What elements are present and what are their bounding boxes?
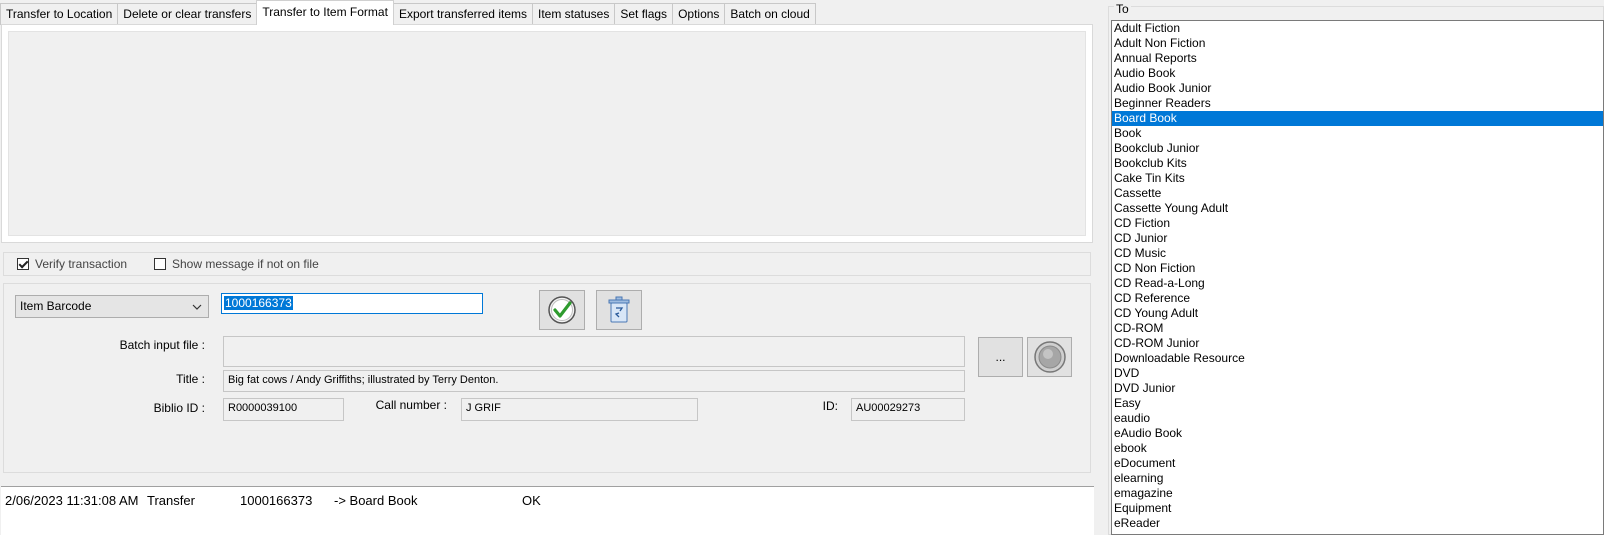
biblio-id-value: R0000039100: [228, 402, 298, 414]
batch-input-field[interactable]: [223, 336, 965, 367]
clear-button[interactable]: [596, 290, 642, 330]
list-item[interactable]: CD Junior: [1112, 231, 1603, 246]
list-item[interactable]: Equipment: [1112, 501, 1603, 516]
list-item[interactable]: Cassette: [1112, 186, 1603, 201]
list-item[interactable]: Bookclub Kits: [1112, 156, 1603, 171]
list-item[interactable]: eReader: [1112, 516, 1603, 531]
id-value: AU00029273: [856, 402, 921, 414]
list-item[interactable]: ebook: [1112, 441, 1603, 456]
biblio-id-label: Biblio ID :: [153, 401, 205, 415]
log-barcode: 1000166373: [240, 493, 313, 508]
show-message-checkbox-row[interactable]: Show message if not on file: [154, 257, 319, 271]
tab-batch-on-cloud[interactable]: Batch on cloud: [724, 3, 816, 25]
show-message-checkbox[interactable]: [154, 258, 166, 270]
chevron-down-icon: [192, 297, 202, 325]
tab-item-statuses[interactable]: Item statuses: [531, 3, 616, 25]
barcode-input[interactable]: 1000166373: [221, 293, 483, 314]
transaction-log: 2/06/2023 11:31:08 AM Transfer 1000166373 -…: [1, 486, 1094, 535]
round-go-icon: [1033, 341, 1066, 373]
tab-panel-content: [8, 31, 1086, 236]
barcode-value: 1000166373: [224, 296, 293, 310]
list-item[interactable]: DVD: [1112, 366, 1603, 381]
list-item[interactable]: Beginner Readers: [1112, 96, 1603, 111]
list-item[interactable]: Bookclub Junior: [1112, 141, 1603, 156]
list-item[interactable]: Cake Tin Kits: [1112, 171, 1603, 186]
biblio-id-field: R0000039100: [223, 398, 344, 421]
title-field: Big fat cows / Andy Griffiths; illustrat…: [223, 370, 965, 392]
list-item[interactable]: Board Book: [1112, 111, 1603, 126]
list-item[interactable]: Easy: [1112, 396, 1603, 411]
title-label: Title :: [176, 372, 205, 386]
verify-transaction-checkbox[interactable]: [17, 258, 29, 270]
list-item[interactable]: eaudio: [1112, 411, 1603, 426]
call-number-label: Call number :: [375, 398, 447, 412]
list-item[interactable]: eAudio Book: [1112, 426, 1603, 441]
recycle-bin-icon: [608, 296, 630, 323]
id-label: ID:: [822, 399, 838, 413]
tab-options[interactable]: Options: [672, 3, 726, 25]
confirm-button[interactable]: [539, 290, 585, 330]
log-time: 2/06/2023 11:31:08 AM: [5, 493, 139, 508]
verify-transaction-label: Verify transaction: [35, 257, 128, 271]
list-item[interactable]: Book: [1112, 126, 1603, 141]
tab-transfer-to-location[interactable]: Transfer to Location: [0, 3, 119, 25]
log-action: Transfer: [147, 493, 195, 508]
browse-button[interactable]: ...: [978, 337, 1023, 377]
lookup-type-value: Item Barcode: [20, 299, 92, 313]
list-item[interactable]: Cassette Young Adult: [1112, 201, 1603, 216]
list-item[interactable]: CD Fiction: [1112, 216, 1603, 231]
list-item[interactable]: CD Non Fiction: [1112, 261, 1603, 276]
log-status: OK: [522, 493, 541, 508]
title-value: Big fat cows / Andy Griffiths; illustrat…: [228, 374, 499, 386]
tab-transfer-to-item-format[interactable]: Transfer to Item Format: [256, 0, 394, 25]
id-field: AU00029273: [851, 398, 965, 421]
tab-delete-or-clear-transfers[interactable]: Delete or clear transfers: [117, 3, 258, 25]
check-circle-icon: [548, 296, 576, 324]
tab-export-transferred-items[interactable]: Export transferred items: [392, 3, 533, 25]
to-label: To: [1114, 2, 1131, 16]
list-item[interactable]: Downloadable Resource: [1112, 351, 1603, 366]
list-item[interactable]: emagazine: [1112, 486, 1603, 501]
list-item[interactable]: Adult Fiction: [1112, 21, 1603, 36]
call-number-value: J GRIF: [466, 402, 501, 414]
log-target: -> Board Book: [334, 493, 418, 508]
list-item[interactable]: DVD Junior: [1112, 381, 1603, 396]
list-item[interactable]: Audio Book: [1112, 66, 1603, 81]
browse-label: ...: [995, 350, 1006, 364]
list-item[interactable]: CD Reference: [1112, 291, 1603, 306]
list-item[interactable]: CD Music: [1112, 246, 1603, 261]
list-item[interactable]: Adult Non Fiction: [1112, 36, 1603, 51]
verify-transaction-checkbox-row[interactable]: Verify transaction: [17, 257, 127, 271]
list-item[interactable]: CD-ROM Junior: [1112, 336, 1603, 351]
list-item[interactable]: CD Read-a-Long: [1112, 276, 1603, 291]
item-format-list[interactable]: Adult Fiction Adult Non Fiction Annual Rep…: [1111, 20, 1604, 535]
list-item[interactable]: Annual Reports: [1112, 51, 1603, 66]
list-item[interactable]: CD Young Adult: [1112, 306, 1603, 321]
tab-set-flags[interactable]: Set flags: [614, 3, 674, 25]
list-item[interactable]: Audio Book Junior: [1112, 81, 1603, 96]
show-message-label: Show message if not on file: [172, 257, 319, 271]
tab-strip: Transfer to Location Delete or clear tran…: [0, 0, 816, 25]
call-number-field: J GRIF: [461, 398, 698, 421]
lookup-type-select[interactable]: Item Barcode: [15, 295, 209, 318]
options-strip: Verify transaction Show message if not o…: [3, 252, 1091, 276]
tab-panel: [1, 24, 1093, 243]
batch-input-label: Batch input file :: [119, 338, 205, 352]
list-item[interactable]: CD-ROM: [1112, 321, 1603, 336]
go-button[interactable]: [1027, 337, 1072, 377]
list-item[interactable]: eDocument: [1112, 456, 1603, 471]
list-item[interactable]: elearning: [1112, 471, 1603, 486]
